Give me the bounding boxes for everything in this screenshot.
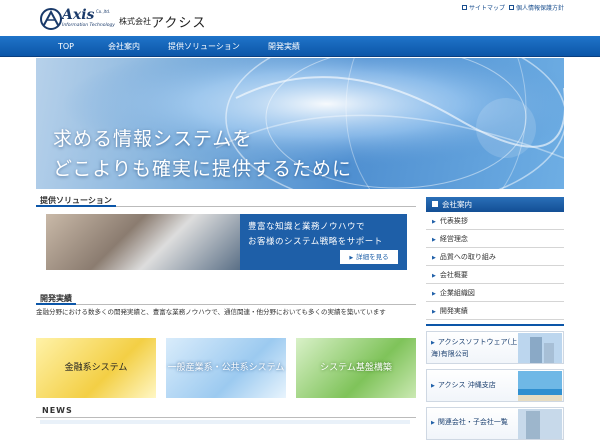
category-industry-public-label: 一般産業系・公共系システム <box>167 363 285 373</box>
sidebar-item-greeting[interactable]: ▶ 代表挨拶 <box>426 212 564 230</box>
heading-accent-bar <box>36 303 76 305</box>
sidebar-item-overview[interactable]: ▶ 会社概要 <box>426 266 564 284</box>
nav-item-top[interactable]: TOP <box>58 36 74 57</box>
sidebar-item-label: 会社概要 <box>439 271 468 279</box>
solutions-heading: 提供ソリューション <box>36 195 416 207</box>
triangle-right-icon: ▶ <box>432 291 436 297</box>
promo-okinawa-label: アクシス 沖縄支店 <box>437 381 496 389</box>
triangle-right-icon: ▶ <box>432 309 436 315</box>
category-infrastructure-label: システム基盤構築 <box>320 363 392 373</box>
triangle-right-icon: ▶ <box>431 340 435 346</box>
sidebar-heading: 会社案内 <box>426 197 564 212</box>
sidebar-divider <box>426 324 564 326</box>
privacy-icon <box>508 5 514 10</box>
triangle-right-icon: ▶ <box>431 420 435 426</box>
logo-sub-1: Co.,ltd. <box>96 9 111 14</box>
company-name: アクシス <box>151 16 207 31</box>
logo-sub-2: Information Technology <box>62 23 115 28</box>
sidebar-item-quality[interactable]: ▶ 品質への取り組み <box>426 248 564 266</box>
promo-shanghai[interactable]: ▶ アクシスソフトウェア(上海)有限公司 <box>426 331 564 364</box>
company-prefix: 株式会社 <box>119 17 151 26</box>
site-header: Axis Co.,ltd. Information Technology 株式会… <box>0 0 600 36</box>
solution-banner-line-1: 豊富な知識と業務ノウハウで <box>248 222 366 232</box>
category-finance[interactable]: 金融系システム <box>36 338 156 398</box>
details-button-label: 詳細を見る <box>356 253 389 261</box>
sidebar-item-label: 開発実績 <box>439 307 468 315</box>
sidebar-heading-text: 会社案内 <box>442 200 472 209</box>
development-heading-text: 開発実績 <box>40 294 72 303</box>
handshake-photo <box>46 214 240 270</box>
promo-okinawa[interactable]: ▶ アクシス 沖縄支店 <box>426 369 564 402</box>
triangle-right-icon: ▶ <box>431 383 435 389</box>
sitemap-link[interactable]: サイトマップ <box>461 3 505 12</box>
ocean-photo-icon <box>518 371 562 401</box>
sidebar-item-label: 品質への取り組み <box>439 253 496 261</box>
solution-banner-line-2: お客様のシステム戦略をサポート <box>248 237 383 247</box>
hero-headline-1: 求める情報システムを <box>53 128 253 150</box>
sidebar-item-label: 企業組織図 <box>439 289 475 297</box>
triangle-right-icon: ▶ <box>432 237 436 243</box>
sidebar-item-philosophy[interactable]: ▶ 経営理念 <box>426 230 564 248</box>
hero-headline-2: どこよりも確実に提供するために <box>53 158 353 180</box>
sitemap-label: サイトマップ <box>468 5 505 12</box>
triangle-right-icon: ▶ <box>432 273 436 279</box>
nav-item-company[interactable]: 会社案内 <box>108 36 140 57</box>
sidebar-item-org-chart[interactable]: ▶ 企業組織図 <box>426 284 564 302</box>
development-description: 金融分野における数多くの開発実績と、豊富な業務ノウハウで、通信関連・他分野におい… <box>36 308 386 316</box>
main-nav: TOP 会社案内 提供ソリューション 開発実績 <box>0 36 600 57</box>
category-industry-public[interactable]: 一般産業系・公共系システム <box>166 338 286 398</box>
triangle-right-icon: ▶ <box>432 219 436 225</box>
privacy-policy-link[interactable]: 個人情報保護方針 <box>508 3 564 12</box>
triangle-right-icon: ▶ <box>432 255 436 261</box>
promo-shanghai-label: アクシスソフトウェア(上海)有限公司 <box>431 338 518 358</box>
sidebar-item-label: 経営理念 <box>439 235 468 243</box>
solution-banner[interactable]: 豊富な知識と業務ノウハウで お客様のシステム戦略をサポート ▶ 詳細を見る <box>46 214 407 270</box>
building-photo-icon <box>518 333 562 363</box>
news-heading: NEWS <box>36 406 416 418</box>
sidebar-item-track-record[interactable]: ▶ 開発実績 <box>426 302 564 320</box>
sidebar-item-label: 代表挨拶 <box>439 217 468 225</box>
top-links: サイトマップ 個人情報保護方針 <box>461 3 564 12</box>
nav-item-development[interactable]: 開発実績 <box>268 36 300 57</box>
building-photo-icon <box>518 409 562 439</box>
news-list-item[interactable] <box>40 420 410 424</box>
nav-item-solutions[interactable]: 提供ソリューション <box>168 36 240 57</box>
development-heading: 開発実績 <box>36 293 416 305</box>
details-button[interactable]: ▶ 詳細を見る <box>340 250 398 264</box>
news-heading-text: NEWS <box>42 406 73 415</box>
promo-shanghai-text: ▶ アクシスソフトウェア(上海)有限公司 <box>431 332 519 360</box>
square-bullet-icon <box>432 201 438 207</box>
hero-banner: 求める情報システムを どこよりも確実に提供するために <box>36 58 564 189</box>
sitemap-icon <box>461 5 467 10</box>
heading-accent-bar <box>36 205 116 207</box>
logo-wordmark: Axis <box>62 7 95 23</box>
solutions-heading-text: 提供ソリューション <box>40 196 112 205</box>
category-finance-label: 金融系システム <box>64 363 128 373</box>
category-infrastructure[interactable]: システム基盤構築 <box>296 338 416 398</box>
privacy-policy-label: 個人情報保護方針 <box>515 5 564 12</box>
promo-affiliates-label: 関連会社・子会社一覧 <box>437 418 508 426</box>
arrow-right-icon: ▶ <box>349 255 354 261</box>
